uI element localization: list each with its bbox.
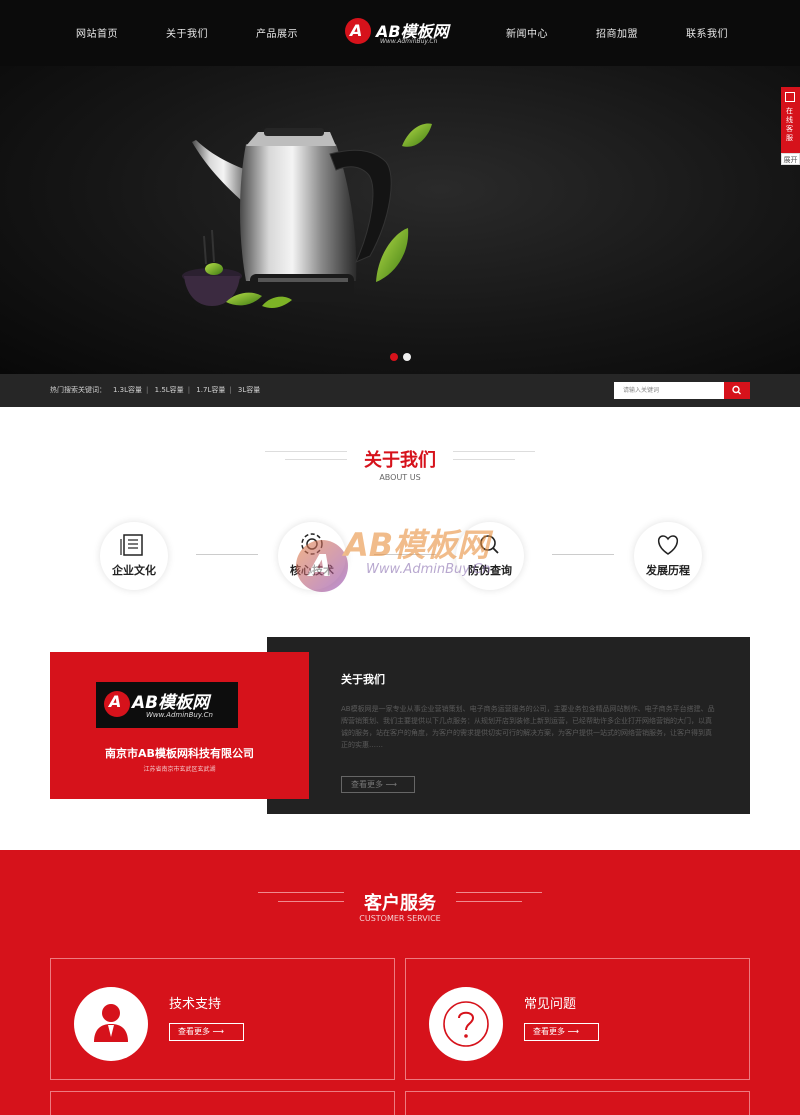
company-logo-text: AB模板网 — [132, 693, 210, 713]
keyword-link[interactable]: 1.7L容量 — [196, 386, 225, 394]
keyword-link[interactable]: 3L容量 — [238, 386, 260, 394]
hero-banner[interactable] — [0, 66, 800, 374]
nav-contact[interactable]: 联系我们 — [686, 25, 728, 40]
faq-icon-circle — [429, 987, 503, 1061]
logo-badge: A — [345, 18, 371, 44]
watermark-text: AB模板网 — [344, 526, 490, 564]
page: 网站首页 关于我们 产品展示 A AB模板网 Www.AdminBuy.Cn 新… — [0, 0, 800, 1115]
online-service-float[interactable]: 在线客服 — [781, 87, 800, 153]
about-title: 关于我们 — [364, 450, 436, 471]
service-title: 客户服务 — [364, 893, 436, 914]
faq-more-button[interactable]: 查看更多 ⟶ — [524, 1023, 599, 1041]
heart-icon — [658, 535, 678, 555]
slide-dot[interactable] — [403, 353, 411, 361]
keyword-link[interactable]: 1.3L容量 — [113, 386, 142, 394]
keywords-label: 热门搜索关键词： — [50, 386, 106, 394]
nav-about[interactable]: 关于我们 — [166, 25, 208, 40]
kettle-image — [182, 123, 432, 308]
service-card-partial[interactable] — [405, 1091, 750, 1115]
nav-join[interactable]: 招商加盟 — [596, 25, 638, 40]
top-nav: 网站首页 关于我们 产品展示 A AB模板网 Www.AdminBuy.Cn 新… — [0, 0, 800, 66]
online-service-label: 在线客服 — [786, 107, 793, 142]
search-icon — [732, 385, 741, 395]
float-toggle-button[interactable]: 展开 — [781, 153, 800, 165]
service-card-partial[interactable] — [50, 1091, 395, 1115]
feature-history-label: 发展历程 — [646, 564, 690, 577]
company-logo-subtext: Www.AdminBuy.Cn — [146, 711, 213, 719]
slide-dot-active[interactable] — [390, 353, 398, 361]
nav-news[interactable]: 新闻中心 — [506, 25, 548, 40]
faq-title: 常见问题 — [524, 997, 577, 1012]
chat-icon — [785, 92, 795, 102]
support-more-button[interactable]: 查看更多 ⟶ — [169, 1023, 244, 1041]
connector-line — [552, 554, 614, 555]
search-input[interactable]: 请输入关键词 — [614, 382, 724, 399]
question-icon — [443, 1001, 489, 1047]
keyword-link[interactable]: 1.5L容量 — [155, 386, 184, 394]
service-subtitle: CUSTOMER SERVICE — [359, 914, 441, 923]
keywords-list: 1.3L容量 | 1.5L容量 | 1.7L容量 | 3L容量 — [113, 386, 261, 394]
service-card-support[interactable]: 技术支持 查看更多 ⟶ — [50, 958, 395, 1080]
logo-subtext: Www.AdminBuy.Cn — [380, 38, 438, 45]
watermark-subtext: Www.AdminBuy.Cn — [366, 562, 491, 577]
person-icon — [94, 1004, 128, 1042]
company-address: 江苏省南京市玄武区玄武湖 — [143, 766, 216, 773]
site-logo[interactable]: A AB模板网 Www.AdminBuy.Cn — [345, 18, 455, 48]
support-more-label: 查看更多 — [178, 1027, 210, 1036]
nav-home[interactable]: 网站首页 — [76, 25, 118, 40]
watermark: A AB模板网 Www.AdminBuy.Cn — [296, 520, 526, 600]
search-button[interactable] — [724, 382, 750, 399]
connector-line — [196, 554, 258, 555]
feature-culture-label: 企业文化 — [112, 564, 156, 577]
nav-products[interactable]: 产品展示 — [256, 25, 298, 40]
about-more-button[interactable]: 查看更多 ⟶ — [341, 776, 415, 793]
feature-culture[interactable] — [100, 522, 168, 590]
company-name: 南京市AB模板网科技有限公司 — [105, 747, 254, 760]
document-icon — [120, 534, 143, 556]
company-logo: A AB模板网 Www.AdminBuy.Cn — [96, 682, 238, 728]
about-body: AB模板网是一家专业从事企业营销策划、电子商务运营服务的公司，主要业务包含精品网… — [341, 705, 715, 749]
watermark-badge: A — [296, 540, 348, 592]
support-title: 技术支持 — [169, 997, 222, 1012]
service-card-faq[interactable]: 常见问题 查看更多 ⟶ — [405, 958, 750, 1080]
about-more-label: 查看更多 — [351, 780, 383, 789]
about-subtitle: ABOUT US — [379, 473, 421, 482]
about-heading: 关于我们 — [341, 673, 385, 686]
faq-more-label: 查看更多 — [533, 1027, 565, 1036]
support-icon-circle — [74, 987, 148, 1061]
feature-history[interactable] — [634, 522, 702, 590]
